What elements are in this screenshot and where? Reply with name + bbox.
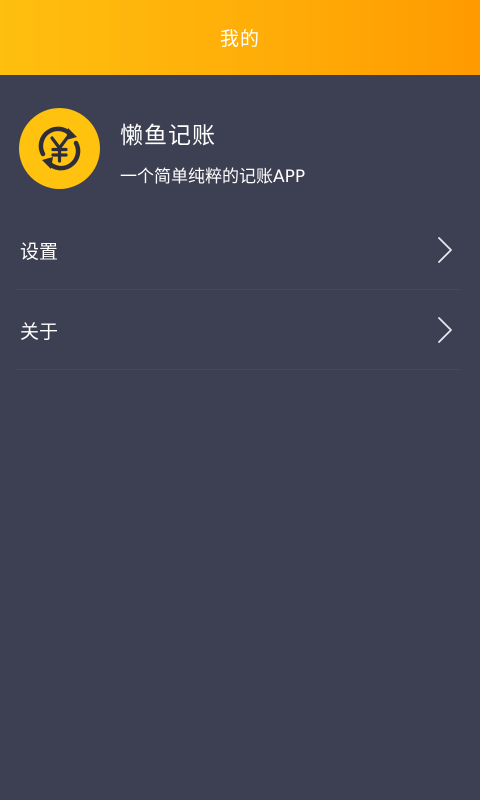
menu-item-label: 设置 bbox=[20, 240, 59, 263]
menu-item-label: 关于 bbox=[20, 320, 59, 343]
menu-list: 设置 关于 bbox=[0, 210, 480, 370]
chevron-right-icon bbox=[438, 237, 452, 263]
page-title: 我的 bbox=[219, 28, 260, 50]
app-header: 我的 bbox=[0, 0, 480, 75]
menu-item-about[interactable]: 关于 bbox=[0, 290, 480, 370]
yuan-exchange-icon bbox=[19, 108, 100, 189]
profile-section: 懒鱼记账 一个简单纯粹的记账APP bbox=[0, 108, 480, 190]
app-description: 一个简单纯粹的记账APP bbox=[120, 167, 306, 187]
menu-item-settings[interactable]: 设置 bbox=[0, 210, 480, 290]
app-name: 懒鱼记账 bbox=[120, 123, 216, 149]
chevron-right-icon bbox=[438, 317, 452, 343]
